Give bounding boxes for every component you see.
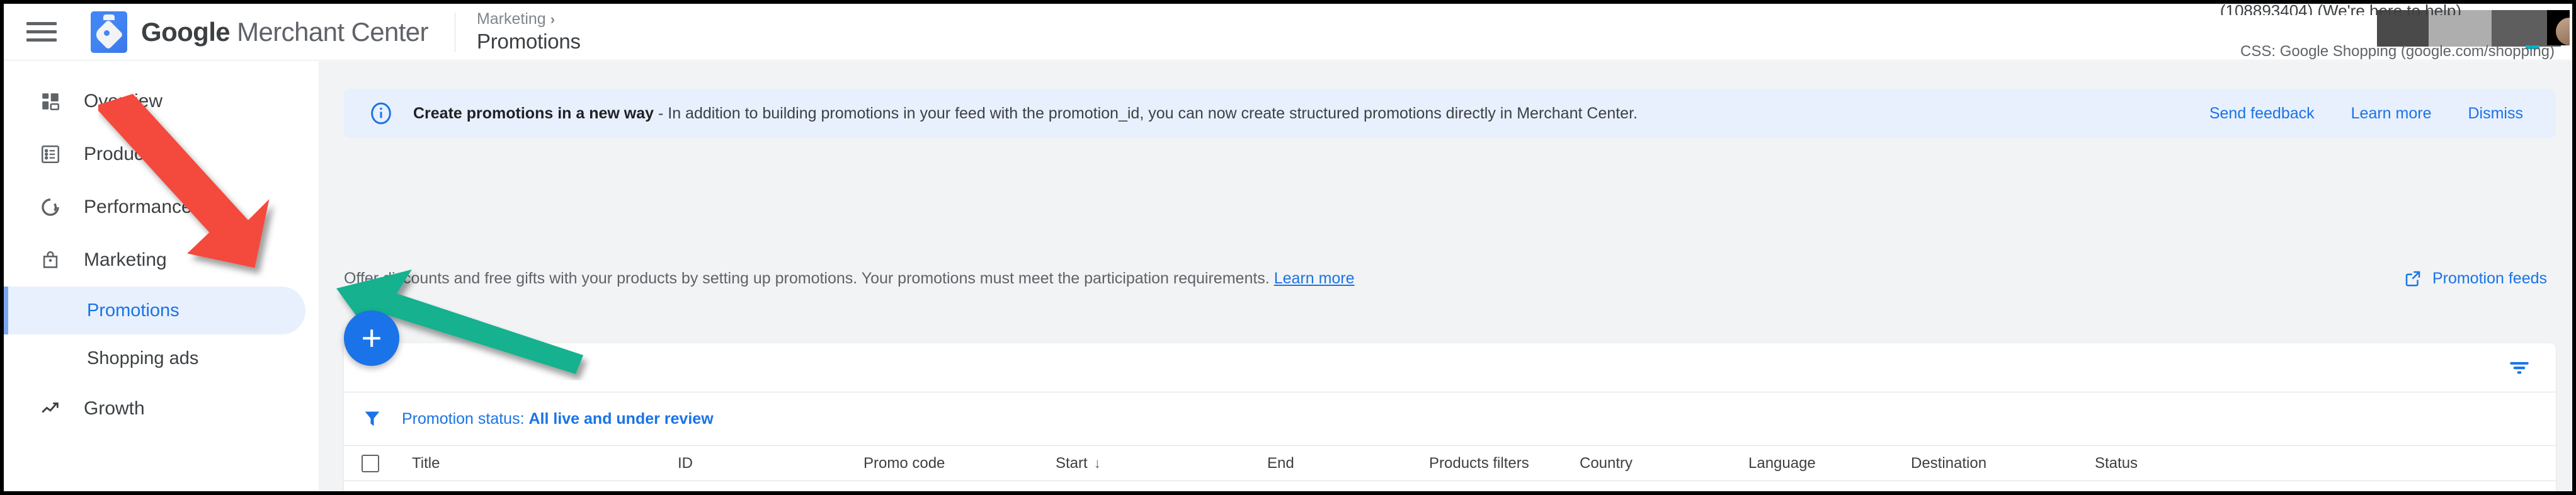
sidebar-item-label: Shopping ads: [87, 348, 199, 368]
brand-title-regular: Merchant Center: [230, 16, 428, 47]
redacted-block-1: [2377, 9, 2429, 47]
description-text: Offer discounts and free gifts with your…: [344, 270, 1355, 288]
sort-descending-icon: ↓: [1093, 455, 1101, 471]
sidebar-item-overview[interactable]: Overview: [4, 75, 305, 128]
page-title: Promotions: [476, 30, 581, 53]
dismiss-link[interactable]: Dismiss: [2468, 105, 2524, 123]
account-id-text: (108893404) (We're here to help): [2220, 4, 2461, 15]
column-header-end[interactable]: End: [1267, 455, 1294, 472]
card-toolbar: [344, 343, 2556, 392]
column-header-language[interactable]: Language: [1748, 455, 1816, 472]
sidebar-item-label: Products: [84, 144, 159, 164]
trending-up-icon: [38, 397, 62, 421]
sidebar-item-growth[interactable]: Growth: [4, 382, 305, 435]
description-body: Offer discounts and free gifts with your…: [344, 269, 1274, 287]
external-link-icon: [2403, 269, 2422, 288]
chevron-right-icon: ›: [550, 11, 556, 27]
filter-row: Promotion status: All live and under rev…: [344, 392, 2556, 445]
sidebar-item-label: Overview: [84, 91, 163, 111]
add-promotion-button[interactable]: [344, 310, 399, 366]
column-header-country[interactable]: Country: [1580, 455, 1633, 472]
promotions-card: Promotion status: All live and under rev…: [344, 343, 2556, 491]
column-header-start-label: Start: [1056, 455, 1088, 472]
column-header-status[interactable]: Status: [2095, 455, 2138, 472]
shopping-bag-icon: [38, 248, 62, 272]
promotion-status-filter-chip[interactable]: Promotion status: All live and under rev…: [402, 410, 714, 428]
sidebar-item-products[interactable]: Products: [4, 128, 305, 181]
promotion-feeds-link[interactable]: Promotion feeds: [2403, 269, 2556, 288]
column-header-start[interactable]: Start ↓: [1056, 455, 1101, 472]
banner-title: Create promotions in a new way: [413, 104, 654, 122]
learn-more-link[interactable]: Learn more: [2351, 105, 2432, 123]
sidebar-nav: Overview Products Performance Marketing …: [4, 61, 319, 491]
description-learn-more-link[interactable]: Learn more: [1274, 270, 1355, 287]
hamburger-menu-icon[interactable]: [26, 20, 57, 45]
promotion-feeds-label: Promotion feeds: [2432, 269, 2547, 287]
sidebar-item-label: Growth: [84, 398, 145, 419]
banner-text: Create promotions in a new way - In addi…: [413, 105, 1638, 123]
sidebar-item-marketing[interactable]: Marketing: [4, 234, 305, 287]
banner-actions: Send feedback Learn more Dismiss: [2209, 105, 2537, 123]
column-header-title[interactable]: Title: [412, 455, 440, 472]
breadcrumb: Marketing › Promotions: [477, 10, 581, 54]
sidebar-item-promotions[interactable]: Promotions: [4, 287, 305, 334]
plus-icon: [363, 329, 380, 347]
funnel-icon[interactable]: [362, 408, 383, 430]
screenshot-frame: Google Merchant Center Marketing › Promo…: [0, 0, 2576, 495]
info-banner: Create promotions in a new way - In addi…: [344, 89, 2556, 138]
brand-logo-group[interactable]: Google Merchant Center: [91, 11, 429, 53]
empty-message: No results: [1413, 490, 1486, 491]
select-all-checkbox[interactable]: [362, 454, 379, 472]
table-empty-state: No results: [344, 481, 2556, 491]
info-icon: [368, 100, 394, 127]
topbar-actions: (108893404) (We're here to help) CSS: Go…: [2220, 4, 2572, 63]
column-header-destination[interactable]: Destination: [1911, 455, 1986, 472]
google-merchant-center-logo: [91, 11, 127, 53]
column-header-id[interactable]: ID: [678, 455, 693, 472]
redacted-block-2: [2429, 9, 2492, 47]
sidebar-item-label: Marketing: [84, 249, 167, 270]
main-content: Create promotions in a new way - In addi…: [319, 61, 2572, 491]
avatar[interactable]: [2547, 9, 2570, 45]
brand-title-bold: Google: [141, 16, 231, 47]
description-row: Offer discounts and free gifts with your…: [344, 264, 2556, 293]
dashboard-icon: [38, 89, 62, 113]
filter-chip-value: All live and under review: [528, 409, 714, 428]
filter-chip-label: Promotion status:: [402, 409, 529, 428]
column-header-products-filters[interactable]: Products filters: [1429, 455, 1529, 472]
css-label[interactable]: CSS: Google Shopping (google.com/shoppin…: [2240, 43, 2555, 63]
breadcrumb-parent[interactable]: Marketing: [477, 10, 546, 28]
banner-body: - In addition to building promotions in …: [654, 104, 1638, 122]
sidebar-item-label: Promotions: [87, 300, 180, 321]
list-icon: [38, 142, 62, 166]
brand-title: Google Merchant Center: [141, 16, 429, 47]
sidebar-item-shopping-ads[interactable]: Shopping ads: [4, 334, 305, 382]
sidebar-item-label: Performance: [84, 196, 192, 217]
column-header-promo-code[interactable]: Promo code: [863, 455, 945, 472]
donut-chart-icon: [38, 195, 62, 219]
table-header-row: Title ID Promo code Start ↓ End Products…: [344, 445, 2556, 481]
top-app-bar: Google Merchant Center Marketing › Promo…: [4, 4, 2572, 63]
filter-list-icon[interactable]: [2505, 354, 2533, 382]
send-feedback-link[interactable]: Send feedback: [2209, 105, 2315, 123]
sidebar-item-performance[interactable]: Performance: [4, 181, 305, 234]
